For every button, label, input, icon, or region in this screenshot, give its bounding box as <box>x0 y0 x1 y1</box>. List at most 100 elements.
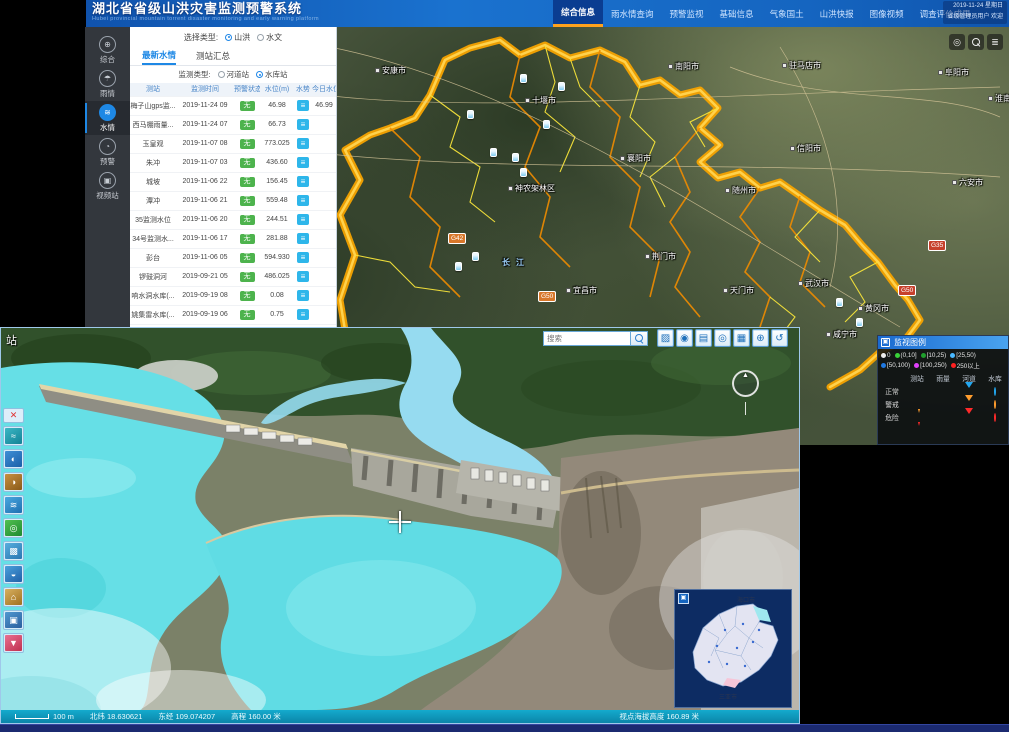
scene-tool-icon[interactable]: ▨ <box>657 329 674 347</box>
trend-icon[interactable]: ≡ <box>297 214 309 225</box>
table-row[interactable]: 响水洞水库(... 2019-09-19 08 无 0.08 ≡ <box>130 286 336 305</box>
effect-tool[interactable]: ≋ <box>3 495 24 515</box>
radio-icon[interactable] <box>257 34 264 41</box>
station-marker-icon[interactable] <box>472 252 479 261</box>
trend-icon[interactable]: ≡ <box>297 157 309 168</box>
station-name[interactable]: 潭冲 <box>130 191 176 210</box>
station-name[interactable]: 西马棚雨量... <box>130 115 176 134</box>
compass[interactable]: ▲ <box>732 370 759 397</box>
table-header[interactable]: 监测时间 <box>176 83 234 96</box>
trend-icon[interactable]: ≡ <box>297 119 309 130</box>
effect-tool[interactable]: ⌂ <box>3 587 24 607</box>
scene-tool-icon[interactable]: ▦ <box>733 329 750 347</box>
scene-tool-icon[interactable]: ◎ <box>714 329 731 347</box>
current-user[interactable]: 省级管理员用户 欢迎 <box>947 12 1003 23</box>
scene-tool-icon[interactable]: ◉ <box>676 329 693 347</box>
table-row[interactable]: 城坡 2019-11-06 22 无 156.45 ≡ <box>130 172 336 191</box>
3d-scene-window[interactable]: 站 ▨ ◉ ▤ ◎ ▦ ⊕ ↺ ✕ <box>0 327 800 724</box>
station-marker-icon[interactable] <box>467 110 474 119</box>
nav-item[interactable]: 雨水情查询 <box>603 0 662 27</box>
station-marker-icon[interactable] <box>520 168 527 177</box>
search-icon[interactable] <box>968 34 984 50</box>
radio-icon[interactable] <box>225 34 232 41</box>
station-name[interactable]: 响水洞水库(... <box>130 286 176 305</box>
nav-item[interactable]: 基础信息 <box>712 0 762 27</box>
table-header[interactable]: 预警状态 <box>234 83 260 96</box>
legend-title-bar[interactable]: ▣ 监视图例 <box>878 336 1008 349</box>
sidebar-item[interactable]: ☂ 雨情 <box>85 67 130 101</box>
station-name[interactable]: 34号监测水... <box>130 229 176 248</box>
effect-tool[interactable]: ◒ <box>3 564 24 584</box>
table-row[interactable]: 姚集雷水库(... 2019-09-19 06 无 0.75 ≡ <box>130 305 336 324</box>
trend-icon[interactable]: ≡ <box>297 309 309 320</box>
legend-collapse-icon[interactable]: ▣ <box>881 338 890 347</box>
trend-icon[interactable]: ≡ <box>297 233 309 244</box>
radio-river-station[interactable]: 河道站 <box>218 69 250 80</box>
table-row[interactable]: 34号监测水... 2019-11-06 17 无 281.88 ≡ <box>130 229 336 248</box>
sidebar-item[interactable]: ◔ 预警 <box>85 135 130 169</box>
station-name[interactable]: 彭台 <box>130 248 176 267</box>
station-marker-icon[interactable] <box>455 262 462 271</box>
scene-tool-icon[interactable]: ▤ <box>695 329 712 347</box>
station-name[interactable]: 梅子山gps监... <box>130 96 176 115</box>
station-marker-icon[interactable] <box>512 153 519 162</box>
nav-item[interactable]: 山洪快报 <box>812 0 862 27</box>
table-row[interactable]: 35监测水位 2019-11-06 20 无 244.51 ≡ <box>130 210 336 229</box>
station-marker-icon[interactable] <box>836 298 843 307</box>
trend-icon[interactable]: ≡ <box>297 271 309 282</box>
nav-item[interactable]: 预警监视 <box>662 0 712 27</box>
table-row[interactable]: 彭台 2019-11-06 05 无 594.930 ≡ <box>130 248 336 267</box>
close-icon[interactable]: ✕ <box>3 408 24 423</box>
station-name[interactable]: 城坡 <box>130 172 176 191</box>
station-marker-icon[interactable] <box>558 82 565 91</box>
tab-latest-water[interactable]: 最新水情 <box>142 47 176 65</box>
nav-item[interactable]: 综合信息 <box>553 0 603 27</box>
nav-item[interactable]: 气象国土 <box>762 0 812 27</box>
table-header[interactable]: 测站 <box>130 83 176 96</box>
trend-icon[interactable]: ≡ <box>297 176 309 187</box>
reset-view-icon[interactable]: ◎ <box>949 34 965 50</box>
effect-tool[interactable]: ▩ <box>3 541 24 561</box>
zoom-stem[interactable] <box>745 402 746 415</box>
trend-icon[interactable]: ≡ <box>297 252 309 263</box>
radio-icon[interactable] <box>218 71 225 78</box>
3d-scene[interactable]: 站 ▨ ◉ ▤ ◎ ▦ ⊕ ↺ ✕ <box>1 328 799 710</box>
table-header[interactable]: 水势 <box>294 83 312 96</box>
effect-tool[interactable]: ▣ <box>3 610 24 630</box>
overview-inset-map[interactable]: ▣ 海口市 三亚市 <box>674 589 792 708</box>
scene-tool-icon[interactable]: ⊕ <box>752 329 769 347</box>
table-row[interactable]: 朱冲 2019-11-07 03 无 436.60 ≡ <box>130 153 336 172</box>
effect-tool[interactable]: ≈ <box>3 426 24 446</box>
station-marker-icon[interactable] <box>520 74 527 83</box>
sidebar-item[interactable]: ⊕ 综合 <box>85 33 130 67</box>
trend-icon[interactable]: ≡ <box>297 290 309 301</box>
station-name[interactable]: 锣鼓洞河 <box>130 267 176 286</box>
search-input[interactable] <box>543 331 631 346</box>
station-name[interactable]: 35监测水位 <box>130 210 176 229</box>
radio-shuiwen[interactable]: 水文 <box>257 32 282 43</box>
layers-icon[interactable]: ≣ <box>987 34 1003 50</box>
effect-tool[interactable]: ▼ <box>3 633 24 653</box>
trend-icon[interactable]: ≡ <box>297 138 309 149</box>
radio-shanhong[interactable]: 山洪 <box>225 32 250 43</box>
sidebar-item[interactable]: ▣ 视频站 <box>85 169 130 203</box>
effect-tool[interactable]: ◐ <box>3 449 24 469</box>
table-row[interactable]: 梅子山gps监... 2019-11-24 09 无 46.98 ≡ 46.99 <box>130 96 336 115</box>
station-marker-icon[interactable] <box>543 120 550 129</box>
table-row[interactable]: 玉皇观 2019-11-07 08 无 773.025 ≡ <box>130 134 336 153</box>
table-header[interactable]: 水位(m) <box>260 83 294 96</box>
station-name[interactable]: 姚集雷水库(... <box>130 305 176 324</box>
trend-icon[interactable]: ≡ <box>297 195 309 206</box>
station-name[interactable]: 朱冲 <box>130 153 176 172</box>
station-marker-icon[interactable] <box>490 148 497 157</box>
sidebar-item[interactable]: ≋ 水情 <box>85 101 130 135</box>
table-header[interactable]: 今日水位 <box>312 83 336 96</box>
scene-tool-icon[interactable]: ↺ <box>771 329 788 347</box>
radio-reservoir-station[interactable]: 水库站 <box>256 69 288 80</box>
tab-station-summary[interactable]: 测站汇总 <box>196 47 230 65</box>
inset-toggle-icon[interactable]: ▣ <box>678 593 689 604</box>
nav-item[interactable]: 图像视频 <box>862 0 912 27</box>
table-row[interactable]: 潭冲 2019-11-06 21 无 559.48 ≡ <box>130 191 336 210</box>
table-row[interactable]: 西马棚雨量... 2019-11-24 07 无 66.73 ≡ <box>130 115 336 134</box>
radio-icon[interactable] <box>256 71 263 78</box>
